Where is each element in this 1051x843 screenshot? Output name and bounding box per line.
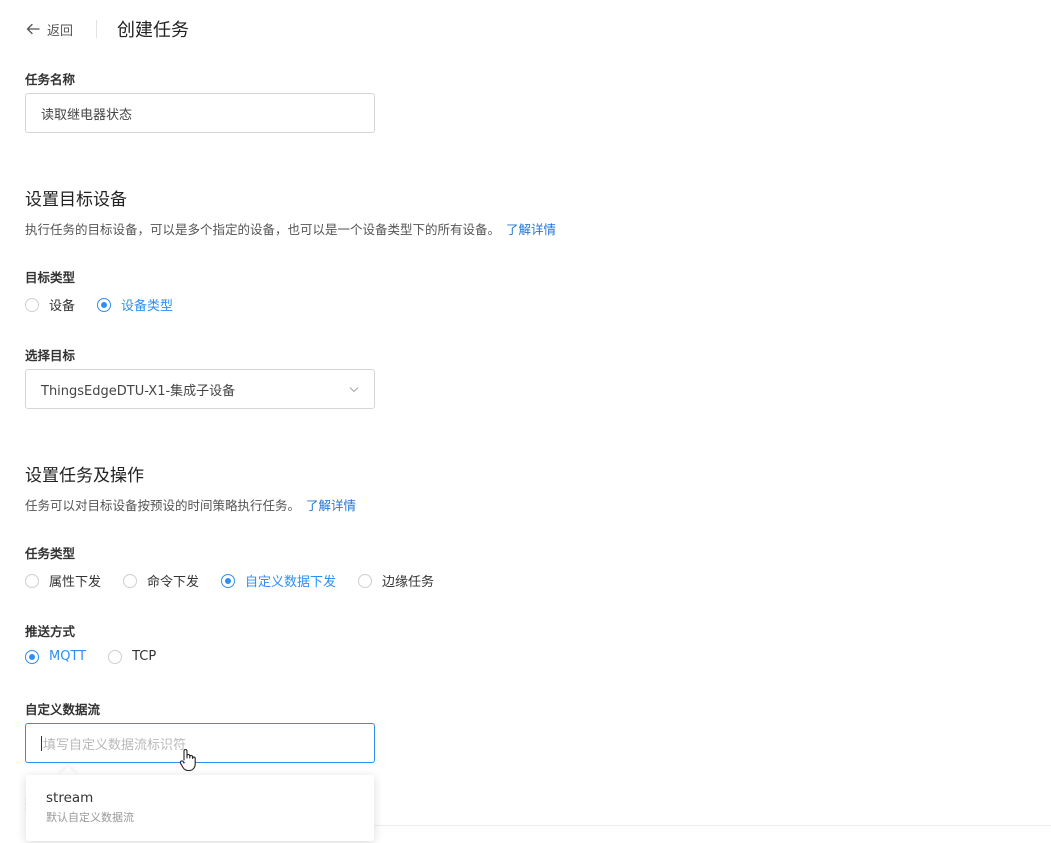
text-caret	[41, 735, 42, 751]
suggestion-description: 默认自定义数据流	[46, 811, 134, 824]
push-method-label: 推送方式	[25, 624, 76, 639]
arrow-left-icon	[26, 23, 40, 35]
radio-label: TCP	[132, 649, 157, 664]
radio-mqtt[interactable]: MQTT	[25, 649, 86, 664]
radio-circle-icon	[358, 573, 373, 588]
radio-checked-icon	[221, 573, 236, 588]
radio-circle-icon	[25, 297, 39, 312]
radio-tcp[interactable]: TCP	[108, 649, 156, 664]
target-section-description: 执行任务的目标设备，可以是多个指定的设备，也可以是一个设备类型下的所有设备。 了解…	[25, 219, 556, 238]
task-learn-more-link[interactable]: 了解详情	[306, 498, 356, 513]
task-name-label: 任务名称	[25, 72, 76, 87]
chevron-down-icon	[349, 387, 359, 393]
target-type-label: 目标类型	[25, 270, 76, 285]
radio-checked-icon	[25, 649, 39, 664]
custom-stream-input[interactable]: 填写自定义数据流标识符	[25, 723, 375, 763]
back-label: 返回	[47, 23, 74, 39]
radio-custom-data-push[interactable]: 自定义数据下发	[221, 571, 336, 590]
divider-line	[375, 825, 1051, 826]
radio-label: 边缘任务	[382, 575, 435, 590]
radio-label: 自定义数据下发	[245, 575, 337, 590]
push-method-radio-group: MQTT TCP	[25, 649, 178, 664]
select-target-value: ThingsEdgeDTU-X1-集成子设备	[41, 383, 236, 399]
task-name-value: 读取继电器状态	[41, 107, 133, 123]
suggestion-title: stream	[46, 790, 94, 806]
stream-suggestion-dropdown: stream 默认自定义数据流	[26, 775, 374, 841]
radio-circle-icon	[25, 573, 39, 588]
target-section-title: 设置目标设备	[25, 190, 127, 210]
radio-checked-icon	[97, 297, 112, 312]
task-section-title: 设置任务及操作	[25, 466, 144, 486]
custom-stream-placeholder: 填写自定义数据流标识符	[43, 737, 187, 753]
radio-property-push[interactable]: 属性下发	[25, 571, 101, 590]
target-learn-more-link[interactable]: 了解详情	[506, 222, 556, 237]
task-name-input[interactable]: 读取继电器状态	[25, 93, 375, 133]
task-description-text: 任务可以对目标设备按预设的时间策略执行任务。	[25, 498, 301, 513]
target-type-radio-group: 设备 设备类型	[25, 295, 195, 314]
task-type-radio-group: 属性下发 命令下发 自定义数据下发 边缘任务	[25, 571, 456, 590]
radio-circle-icon	[123, 573, 138, 588]
select-target-dropdown[interactable]: ThingsEdgeDTU-X1-集成子设备	[25, 369, 375, 409]
target-description-text: 执行任务的目标设备，可以是多个指定的设备，也可以是一个设备类型下的所有设备。	[25, 222, 501, 237]
hand-pointer-cursor-icon	[179, 748, 196, 772]
task-section-description: 任务可以对目标设备按预设的时间策略执行任务。 了解详情	[25, 495, 356, 514]
radio-label: 设备类型	[121, 299, 174, 314]
radio-device[interactable]: 设备	[25, 295, 75, 314]
radio-label: 命令下发	[147, 575, 200, 590]
custom-stream-label: 自定义数据流	[25, 702, 101, 717]
suggestion-item-stream[interactable]: stream 默认自定义数据流	[46, 790, 134, 825]
radio-label: 设备	[49, 299, 76, 314]
header-divider	[96, 20, 97, 38]
radio-edge-task[interactable]: 边缘任务	[358, 571, 434, 590]
page-title: 创建任务	[117, 20, 189, 41]
radio-label: 属性下发	[49, 575, 102, 590]
select-target-label: 选择目标	[25, 348, 76, 363]
radio-command-push[interactable]: 命令下发	[123, 571, 199, 590]
radio-device-type[interactable]: 设备类型	[97, 295, 173, 314]
back-button[interactable]: 返回	[25, 19, 73, 39]
radio-circle-icon	[108, 649, 123, 664]
radio-label: MQTT	[49, 649, 87, 664]
task-type-label: 任务类型	[25, 546, 76, 561]
